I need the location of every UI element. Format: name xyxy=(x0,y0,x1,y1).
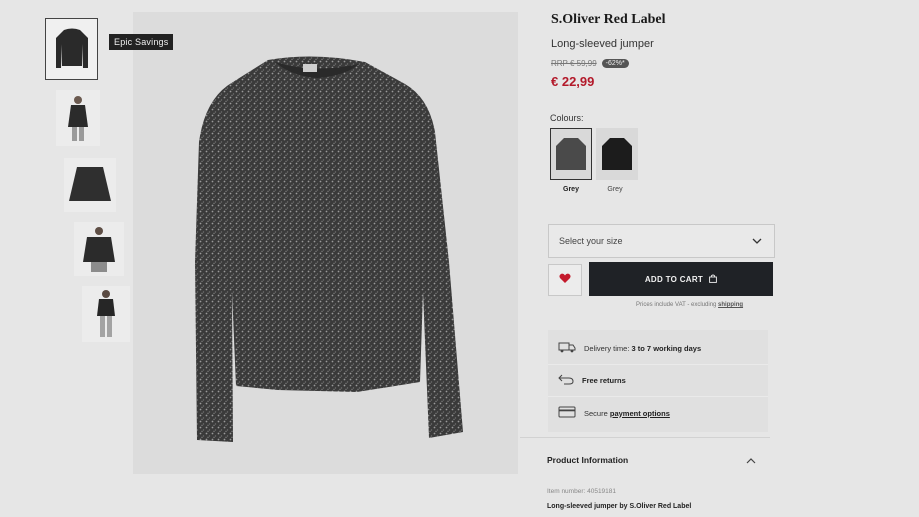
free-returns: Free returns xyxy=(582,375,626,385)
services-box: Delivery time: 3 to 7 working days Free … xyxy=(548,330,768,432)
colour-swatch-grey-2[interactable] xyxy=(596,128,638,180)
promo-badge: Epic Savings xyxy=(109,34,174,50)
divider xyxy=(548,396,768,397)
vat-text: Prices include VAT - excluding xyxy=(636,302,719,308)
chevron-up-icon[interactable] xyxy=(746,451,756,469)
colour-swatch-grey-1[interactable] xyxy=(550,128,592,180)
colour-label-1: Grey xyxy=(563,186,579,193)
heart-icon xyxy=(559,271,571,289)
rrp-price: RRP € 59,99 xyxy=(551,59,597,68)
vat-note: Prices include VAT - excluding shipping xyxy=(636,302,743,308)
payment-row: Secure payment options xyxy=(558,406,670,420)
discount-badge: -62%* xyxy=(601,59,629,68)
thumbnail-2[interactable] xyxy=(56,90,100,146)
payment-prefix: Secure xyxy=(584,408,610,418)
shipping-link[interactable]: shipping xyxy=(718,302,743,308)
sale-price: € 22,99 xyxy=(551,74,595,89)
thumbnail-3[interactable] xyxy=(64,158,116,212)
divider xyxy=(520,437,770,438)
main-product-image[interactable] xyxy=(133,12,518,474)
brand-name: S.Oliver Red Label xyxy=(551,12,666,27)
item-number: Item number: 40519181 xyxy=(547,488,617,495)
product-information-toggle[interactable]: Product Information xyxy=(547,455,628,465)
divider xyxy=(548,364,768,365)
card-icon xyxy=(558,406,576,420)
delivery-row: Delivery time: 3 to 7 working days xyxy=(558,341,701,355)
payment-options-link[interactable]: payment options xyxy=(610,409,670,418)
add-to-cart-label: ADD TO CART xyxy=(644,274,704,284)
rrp-row: RRP € 59,99 -62%* xyxy=(551,59,791,68)
bag-icon xyxy=(709,274,717,285)
delivery-time: 3 to 7 working days xyxy=(631,343,702,353)
chevron-down-icon xyxy=(752,236,762,246)
truck-icon xyxy=(558,341,576,355)
thumbnail-1[interactable] xyxy=(45,18,98,80)
thumbnail-4[interactable] xyxy=(74,222,124,276)
jumper-illustration xyxy=(195,56,463,442)
product-name: Long-sleeved jumper xyxy=(551,38,654,50)
product-description: Long-sleeved jumper by S.Oliver Red Labe… xyxy=(547,503,692,510)
returns-row: Free returns xyxy=(558,373,626,387)
product-info: S.Oliver Red Label Long-sleeved jumper R… xyxy=(551,12,791,89)
size-select-placeholder: Select your size xyxy=(559,236,623,246)
thumbnail-5[interactable] xyxy=(82,286,130,342)
return-arrow-icon xyxy=(558,373,574,387)
wishlist-button[interactable] xyxy=(548,264,582,296)
colours-label: Colours: xyxy=(550,113,584,123)
size-select[interactable]: Select your size xyxy=(548,224,775,258)
add-to-cart-button[interactable]: ADD TO CART xyxy=(589,262,773,296)
delivery-prefix: Delivery time: xyxy=(584,343,632,353)
colour-label-2: Grey xyxy=(607,186,623,193)
